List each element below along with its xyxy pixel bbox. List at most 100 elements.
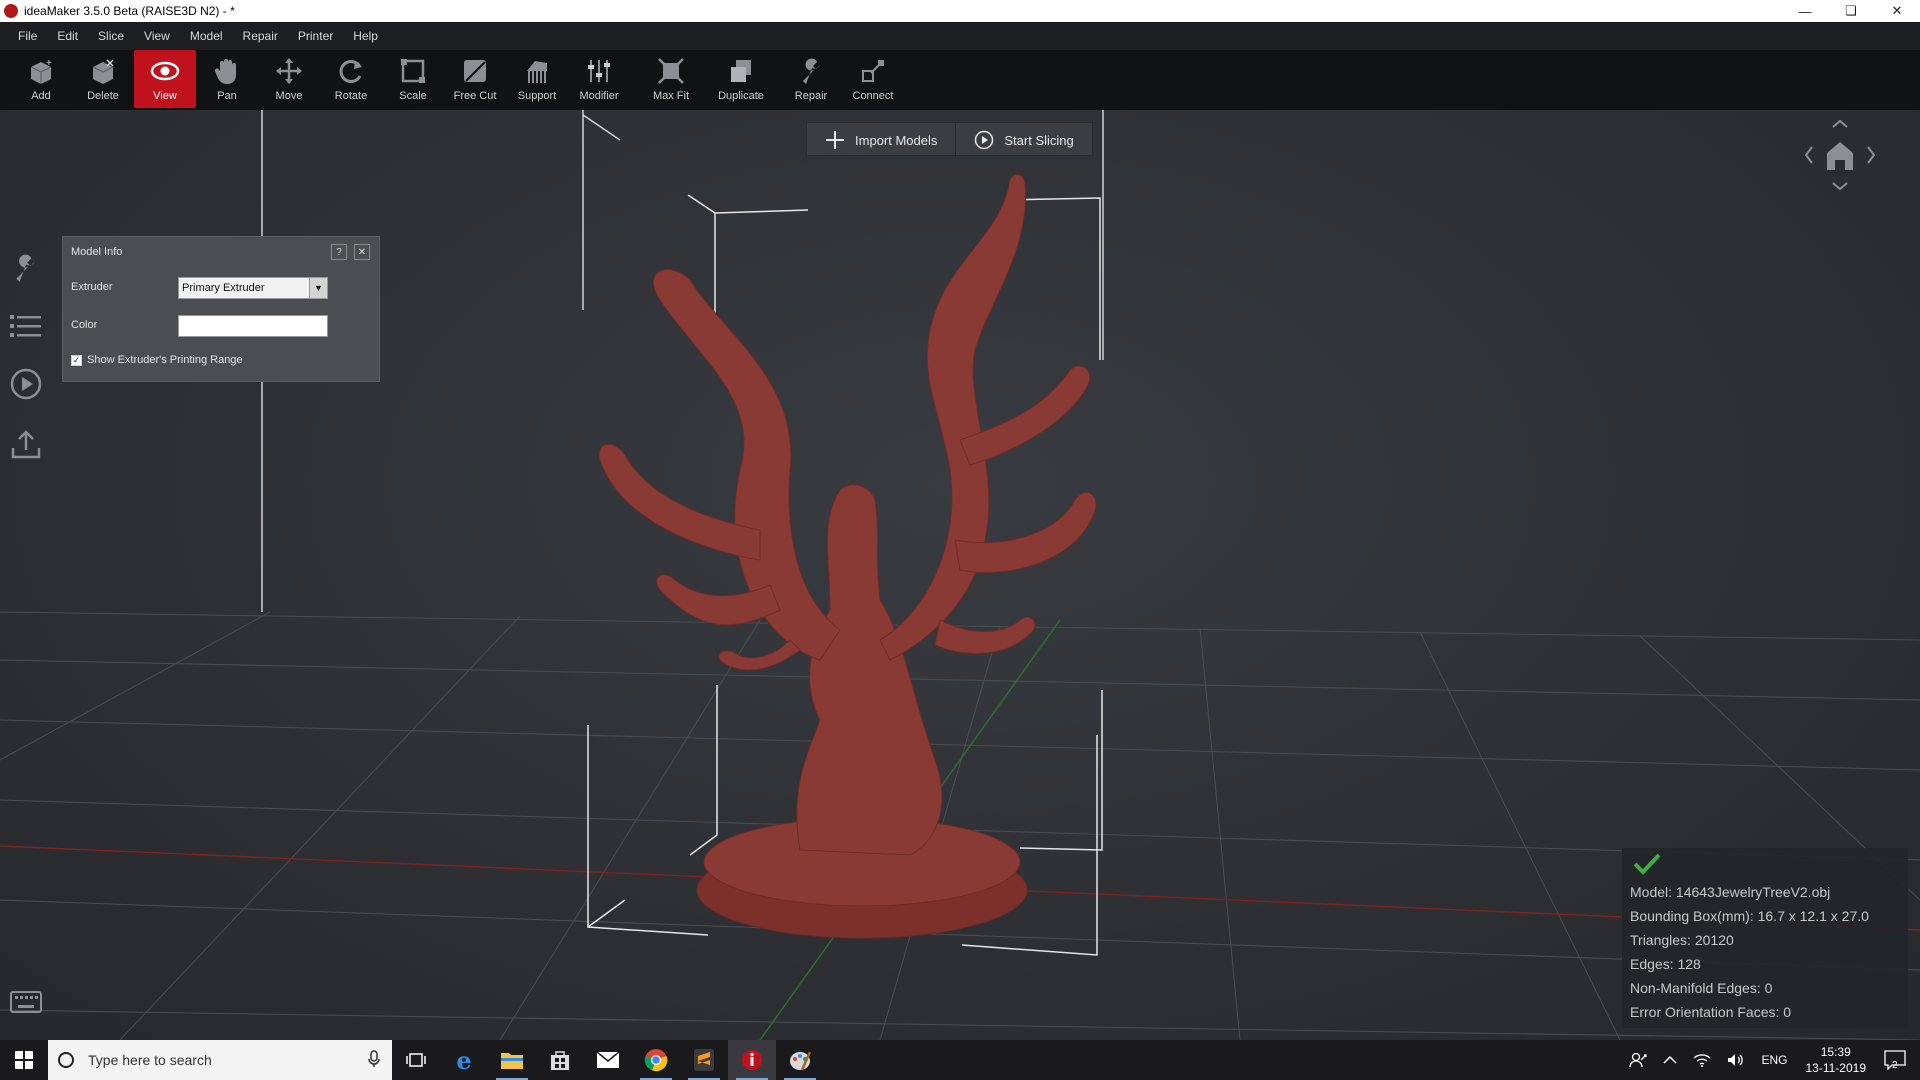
people-icon[interactable] — [1621, 1052, 1655, 1068]
store-button[interactable] — [536, 1040, 584, 1080]
paint-button[interactable] — [776, 1040, 824, 1080]
left-sidebar — [0, 110, 50, 1040]
edge-button[interactable]: e — [440, 1040, 488, 1080]
import-models-button[interactable]: Import Models — [807, 123, 955, 157]
keyboard-button[interactable] — [8, 984, 44, 1020]
modifier-button[interactable]: Modifier — [568, 50, 630, 108]
model-name: Model: 14643JewelryTreeV2.obj — [1630, 884, 1831, 900]
delete-icon — [88, 56, 118, 86]
windows-logo-icon — [15, 1051, 33, 1069]
wrench-icon — [796, 56, 826, 86]
clock-time: 15:39 — [1820, 1045, 1851, 1059]
move-button[interactable]: Move — [258, 50, 320, 108]
task-view-icon — [406, 1053, 426, 1067]
home-icon[interactable] — [1827, 142, 1853, 170]
model-info-title: Model Info — [71, 246, 123, 258]
scale-button[interactable]: Scale — [382, 50, 444, 108]
settings-wrench-button[interactable] — [8, 250, 44, 286]
menu-slice[interactable]: Slice — [88, 29, 134, 43]
microphone-icon[interactable] — [368, 1050, 380, 1068]
show-range-checkbox[interactable]: ✓ — [71, 354, 82, 366]
modifier-label: Modifier — [579, 90, 619, 102]
sublime-button[interactable] — [680, 1040, 728, 1080]
connect-label: Connect — [852, 90, 894, 102]
color-swatch[interactable] — [178, 315, 328, 337]
wifi-icon[interactable] — [1685, 1053, 1719, 1067]
clock[interactable]: 15:39 13-11-2019 — [1796, 1044, 1877, 1076]
eye-icon — [150, 56, 180, 86]
menu-file[interactable]: File — [8, 29, 47, 43]
extruder-select[interactable]: Primary Extruder ▼ — [178, 277, 328, 299]
show-range-row: ✓ Show Extruder's Printing Range — [71, 354, 243, 366]
menu-edit[interactable]: Edit — [47, 29, 88, 43]
menu-bar: File Edit Slice View Model Repair Printe… — [0, 22, 1920, 50]
menu-view[interactable]: View — [134, 29, 180, 43]
rotate-button[interactable]: Rotate — [320, 50, 382, 108]
chevron-up-icon[interactable] — [1655, 1055, 1685, 1065]
help-button[interactable]: ? — [331, 244, 347, 260]
move-icon — [274, 56, 304, 86]
ideamaker-logo-icon — [4, 4, 18, 18]
keyboard-icon — [10, 991, 42, 1013]
nav-up-icon[interactable] — [1832, 119, 1848, 128]
support-button[interactable]: Support — [506, 50, 568, 108]
start-button[interactable] — [0, 1040, 48, 1080]
edge-icon: e — [456, 1045, 472, 1075]
chevron-down-icon: ▼ — [309, 278, 327, 298]
upload-button[interactable] — [8, 426, 44, 462]
repair-button[interactable]: Repair — [780, 50, 842, 108]
menu-model[interactable]: Model — [180, 29, 233, 43]
language-indicator[interactable]: ENG — [1753, 1053, 1795, 1067]
view-button[interactable]: View — [134, 50, 196, 108]
upload-icon — [11, 430, 41, 459]
menu-printer[interactable]: Printer — [288, 29, 343, 43]
taskbar-search[interactable]: Type here to search — [48, 1040, 392, 1080]
duplicate-button[interactable]: Duplicate — [710, 50, 772, 108]
mail-button[interactable] — [584, 1040, 632, 1080]
move-label: Move — [275, 90, 303, 102]
connect-icon — [858, 56, 888, 86]
close-panel-button[interactable]: ✕ — [354, 244, 370, 260]
nav-left-icon[interactable] — [1804, 146, 1813, 164]
duplicate-label: Duplicate — [718, 90, 764, 102]
list-button[interactable] — [8, 308, 44, 344]
support-icon — [522, 56, 552, 86]
add-button[interactable]: + Add — [10, 50, 72, 108]
start-slicing-button[interactable]: Start Slicing — [955, 123, 1091, 157]
checkmark-icon — [1633, 853, 1661, 875]
plus-icon — [825, 130, 845, 150]
chrome-icon — [644, 1049, 668, 1072]
nav-right-icon[interactable] — [1867, 146, 1876, 164]
repair-label: Repair — [794, 90, 828, 102]
nav-down-icon[interactable] — [1832, 182, 1848, 191]
delete-label: Delete — [87, 90, 119, 102]
mail-icon — [596, 1051, 620, 1068]
scale-icon — [398, 56, 428, 86]
free-cut-button[interactable]: Free Cut — [444, 50, 506, 108]
max-fit-label: Max Fit — [652, 90, 690, 102]
scale-label: Scale — [399, 90, 427, 102]
volume-icon[interactable] — [1719, 1053, 1753, 1067]
notification-center-button[interactable]: 2 — [1876, 1050, 1920, 1071]
minimize-icon[interactable]: — — [1782, 0, 1828, 22]
chrome-button[interactable] — [632, 1040, 680, 1080]
connect-button[interactable]: Connect — [842, 50, 904, 108]
ideamaker-button[interactable] — [728, 1040, 776, 1080]
error-faces-info: Error Orientation Faces: 0 — [1630, 1004, 1792, 1020]
pan-button[interactable]: Pan — [196, 50, 258, 108]
pan-label: Pan — [217, 90, 237, 102]
taskbar: Type here to search e ENG 15:39 13-11-20… — [0, 1040, 1920, 1080]
close-icon[interactable]: ✕ — [1874, 0, 1920, 22]
restore-icon[interactable]: ❏ — [1828, 0, 1874, 22]
jewelry-tree-model — [598, 174, 1097, 939]
play-button[interactable] — [8, 366, 44, 402]
title-bar: ideaMaker 3.5.0 Beta (RAISE3D N2) - * — … — [0, 0, 1920, 22]
modifier-icon — [584, 56, 614, 86]
menu-repair[interactable]: Repair — [233, 29, 288, 43]
delete-button[interactable]: Delete — [72, 50, 134, 108]
non-manifold-info: Non-Manifold Edges: 0 — [1630, 980, 1773, 996]
task-view-button[interactable] — [392, 1040, 440, 1080]
file-explorer-button[interactable] — [488, 1040, 536, 1080]
max-fit-button[interactable]: Max Fit — [640, 50, 702, 108]
menu-help[interactable]: Help — [343, 29, 388, 43]
